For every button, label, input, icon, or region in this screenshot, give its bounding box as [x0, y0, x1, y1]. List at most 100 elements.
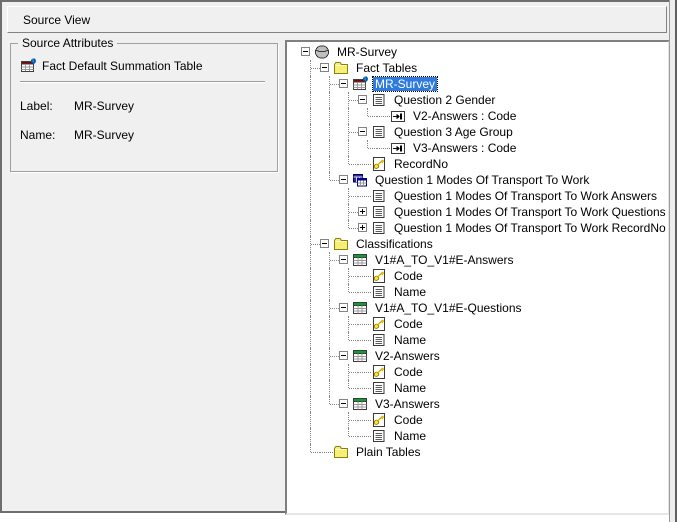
collapse-minus-icon[interactable]	[358, 127, 367, 136]
tree-node[interactable]: Code	[287, 316, 668, 332]
tree-node[interactable]: V2-Answers	[287, 348, 668, 364]
expander-slot	[358, 380, 371, 396]
tree-node[interactable]: Question 1 Modes Of Transport To Work Qu…	[287, 204, 668, 220]
tree-node-label[interactable]: Plain Tables	[354, 445, 423, 459]
tree-node-label[interactable]: Question 1 Modes Of Transport To Work	[373, 173, 591, 187]
tree-node[interactable]: Fact Tables	[287, 60, 668, 76]
tree-node[interactable]: RecordNo	[287, 156, 668, 172]
tree-node[interactable]: V3-Answers	[287, 396, 668, 412]
tree-node-label[interactable]: RecordNo	[392, 157, 450, 171]
tree-node[interactable]: Classifications	[287, 236, 668, 252]
tree-node-label[interactable]: Fact Tables	[354, 61, 419, 75]
tree-node[interactable]: Question 2 Gender	[287, 92, 668, 108]
tree-node-label[interactable]: Name	[392, 429, 428, 443]
tree-node-label[interactable]: V2-Answers	[373, 349, 442, 363]
column-icon	[371, 188, 387, 204]
tree-rail	[320, 364, 339, 380]
expander-slot	[358, 428, 371, 444]
collapse-minus-icon[interactable]	[320, 239, 329, 248]
expander-slot	[377, 108, 390, 124]
tree-node[interactable]: V3-Answers : Code	[287, 140, 668, 156]
collapse-minus-icon[interactable]	[339, 303, 348, 312]
tree-node-label[interactable]: Name	[392, 333, 428, 347]
tree-node[interactable]: V1#A_TO_V1#E-Answers	[287, 252, 668, 268]
tree-node-label[interactable]: Classifications	[354, 237, 435, 251]
class-table-icon	[352, 300, 368, 316]
tree-node-label[interactable]: Question 1 Modes Of Transport To Work An…	[392, 189, 659, 203]
tree-node-label[interactable]: MR-Survey	[373, 77, 437, 91]
folder-icon	[333, 236, 349, 252]
tree-rail	[301, 108, 320, 124]
collapse-minus-icon[interactable]	[358, 95, 367, 104]
tree-node[interactable]: Name	[287, 428, 668, 444]
tree-node-label[interactable]: V1#A_TO_V1#E-Questions	[373, 301, 524, 315]
tree-rail	[320, 284, 339, 300]
collapse-minus-icon[interactable]	[339, 79, 348, 88]
key-icon	[371, 156, 387, 172]
tree-node[interactable]: Question 3 Age Group	[287, 124, 668, 140]
source-view-header: Source View	[7, 6, 667, 33]
expand-plus-icon[interactable]	[358, 223, 367, 232]
tree-node[interactable]: Plain Tables	[287, 444, 668, 460]
tree-rail	[301, 140, 320, 156]
tree-node-label[interactable]: V3-Answers	[373, 397, 442, 411]
collapse-minus-icon[interactable]	[339, 351, 348, 360]
expand-plus-icon[interactable]	[358, 207, 367, 216]
attribute-value: MR-Survey	[74, 128, 134, 142]
tree-rail	[320, 428, 339, 444]
page-title: Source View	[23, 13, 90, 27]
tree-node-label[interactable]: Name	[392, 285, 428, 299]
tree-node[interactable]: Name	[287, 284, 668, 300]
tree-node[interactable]: MR-Survey	[287, 44, 668, 60]
source-attributes-groupbox: Source Attributes Fact Default Summation…	[10, 43, 278, 172]
collapse-minus-icon[interactable]	[320, 63, 329, 72]
tree-node-label[interactable]: MR-Survey	[335, 45, 399, 59]
column-icon	[371, 124, 387, 140]
tree-rail	[320, 268, 339, 284]
tree-node-label[interactable]: Question 1 Modes Of Transport To Work Qu…	[392, 205, 668, 219]
tree-node-label[interactable]: Code	[392, 365, 425, 379]
tree-rail	[301, 380, 320, 396]
tree-node-label[interactable]: Code	[392, 413, 425, 427]
tree-node-label[interactable]: V1#A_TO_V1#E-Answers	[373, 253, 516, 267]
fact-table-icon	[352, 76, 368, 92]
tree-node-label[interactable]: V2-Answers : Code	[411, 109, 518, 123]
tree-node-label[interactable]: Question 3 Age Group	[392, 125, 515, 139]
tree-node-label[interactable]: Code	[392, 269, 425, 283]
collapse-minus-icon[interactable]	[339, 255, 348, 264]
tree-rail	[301, 76, 320, 92]
tree-node-label[interactable]: Code	[392, 317, 425, 331]
tree-rail	[320, 156, 339, 172]
tree-rail	[301, 364, 320, 380]
source-tree[interactable]: MR-Survey Fact Tables MR-Survey Question 2 …	[285, 40, 670, 515]
tree-node[interactable]: MR-Survey	[287, 76, 668, 92]
groupbox-title: Source Attributes	[18, 36, 117, 51]
collapse-minus-icon[interactable]	[339, 175, 348, 184]
tree-node-label[interactable]: Question 1 Modes Of Transport To Work Re…	[392, 221, 668, 235]
tree-node[interactable]: Code	[287, 268, 668, 284]
tree-rail	[301, 332, 320, 348]
tree-node-label[interactable]: Question 2 Gender	[392, 93, 497, 107]
tree-connector	[339, 188, 358, 204]
tree-node[interactable]: Code	[287, 364, 668, 380]
tree-connector	[339, 284, 358, 300]
tree-rail	[301, 268, 320, 284]
tree-node-label[interactable]: V3-Answers : Code	[411, 141, 518, 155]
collapse-minus-icon[interactable]	[339, 399, 348, 408]
expander-slot	[358, 268, 371, 284]
tree-node[interactable]: Code	[287, 412, 668, 428]
column-icon	[371, 92, 387, 108]
expander-slot	[339, 172, 352, 188]
tree-node[interactable]: Name	[287, 332, 668, 348]
tree-node[interactable]: Question 1 Modes Of Transport To Work An…	[287, 188, 668, 204]
link-icon	[390, 108, 406, 124]
tree-node[interactable]: Name	[287, 380, 668, 396]
collapse-minus-icon[interactable]	[301, 47, 310, 56]
tree-node[interactable]: V2-Answers : Code	[287, 108, 668, 124]
tree-node[interactable]: V1#A_TO_V1#E-Questions	[287, 300, 668, 316]
tree-rail	[320, 412, 339, 428]
tree-node[interactable]: Question 1 Modes Of Transport To Work	[287, 172, 668, 188]
tree-node-label[interactable]: Name	[392, 381, 428, 395]
tree-node[interactable]: Question 1 Modes Of Transport To Work Re…	[287, 220, 668, 236]
fact-table-icon	[20, 58, 36, 74]
